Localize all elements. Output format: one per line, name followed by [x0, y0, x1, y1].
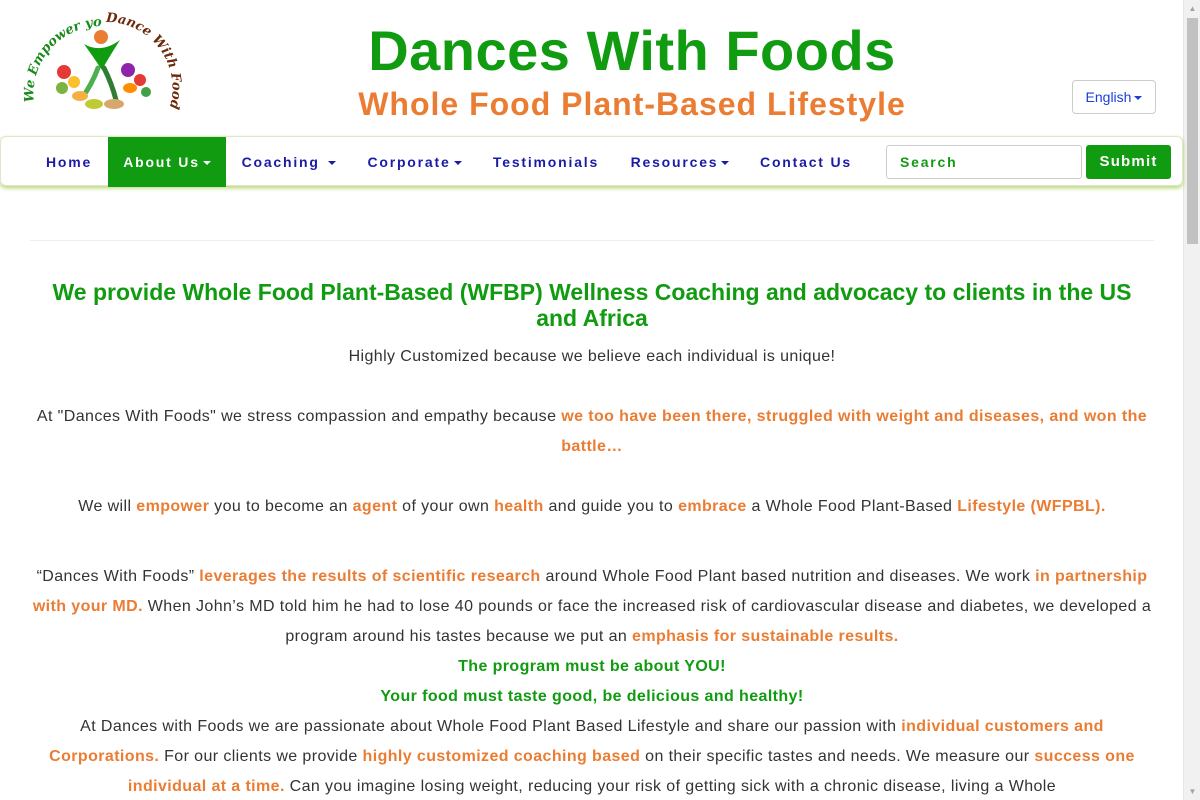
text-run: “Dances With Foods”	[36, 568, 200, 585]
nav-coaching-label: Coaching	[241, 154, 326, 170]
language-label: English	[1085, 89, 1132, 105]
main-content: We provide Whole Food Plant-Based (WFBP)…	[30, 279, 1154, 800]
text-run: you to become an	[209, 498, 353, 515]
emphasis-about-you: The program must be about YOU!	[458, 658, 726, 675]
highlight-text: health	[494, 498, 544, 515]
emphasis-taste-good: Your food must taste good, be delicious …	[380, 688, 804, 705]
text-run: on their specific tastes and needs. We m…	[640, 748, 1035, 765]
nav-contact-us[interactable]: Contact Us	[745, 137, 867, 187]
nav-coaching[interactable]: Coaching	[226, 137, 352, 187]
highlight-text: emphasis for sustainable results.	[632, 628, 899, 645]
nav-resources-label: Resources	[630, 154, 719, 170]
language-dropdown[interactable]: English	[1072, 80, 1156, 114]
page-headline: We provide Whole Food Plant-Based (WFBP)…	[52, 279, 1132, 331]
nav-corporate-label: Corporate	[367, 154, 451, 170]
nav-home-label: Home	[45, 154, 93, 170]
highlight-text: empower	[136, 498, 210, 515]
text-run: around Whole Food Plant based nutrition …	[540, 568, 1036, 585]
nav-corporate[interactable]: Corporate	[352, 137, 477, 187]
highlight-text: embrace	[678, 498, 747, 515]
text-run: We will	[78, 498, 137, 515]
paragraph-research: “Dances With Foods” leverages the result…	[30, 562, 1154, 652]
nav-testimonials[interactable]: Testimonials	[477, 137, 615, 187]
nav-resources[interactable]: Resources	[615, 137, 745, 187]
content-divider	[30, 240, 1154, 241]
text-run: At "Dances With Foods" we stress compass…	[36, 408, 562, 425]
text-run: of your own	[397, 498, 495, 515]
paragraph-empower: We will empower you to become an agent o…	[30, 492, 1154, 522]
nav-about-us-label: About Us	[123, 154, 200, 170]
site-header: We Empower you ! Dance With Foods Dances…	[0, 0, 1183, 135]
highlight-text: leverages the results of scientific rese…	[199, 568, 541, 585]
caret-down-icon	[453, 161, 462, 166]
text-run: At Dances with Foods we are passionate a…	[80, 718, 902, 735]
main-navbar: Home About Us Coaching Corporate Testimo…	[0, 136, 1183, 187]
highlight-text: Lifestyle (WFPBL).	[957, 498, 1106, 515]
text-run: For our clients we provide	[159, 748, 363, 765]
site-title: Dances With Foods	[368, 19, 896, 82]
text-run: and guide you to	[543, 498, 679, 515]
nav-home[interactable]: Home	[31, 137, 107, 187]
scroll-down-arrow-icon[interactable]: ▼	[1184, 783, 1200, 800]
site-subtitle: Whole Food Plant-Based Lifestyle	[358, 86, 906, 122]
nav-contact-us-label: Contact Us	[760, 154, 852, 170]
paragraph-passion: At Dances with Foods we are passionate a…	[30, 712, 1154, 800]
caret-down-icon	[1134, 96, 1143, 101]
tagline: Highly Customized because we believe eac…	[348, 348, 836, 365]
scroll-up-arrow-icon[interactable]: ▲	[1184, 0, 1200, 17]
submit-button[interactable]: Submit	[1086, 145, 1171, 179]
paragraph-compassion: At "Dances With Foods" we stress compass…	[30, 402, 1154, 462]
nav-testimonials-label: Testimonials	[492, 154, 600, 170]
caret-down-icon	[328, 161, 337, 166]
text-run: a Whole Food Plant-Based	[746, 498, 958, 515]
caret-down-icon	[721, 161, 730, 166]
caret-down-icon	[202, 161, 211, 166]
highlight-text: highly customized coaching based	[362, 748, 641, 765]
text-run: Can you imagine losing weight, reducing …	[284, 778, 1057, 795]
search-input[interactable]: Search	[886, 145, 1082, 179]
highlight-text: agent	[352, 498, 398, 515]
nav-about-us[interactable]: About Us	[108, 137, 226, 187]
highlight-text: we too have been there, struggled with w…	[561, 408, 1148, 455]
